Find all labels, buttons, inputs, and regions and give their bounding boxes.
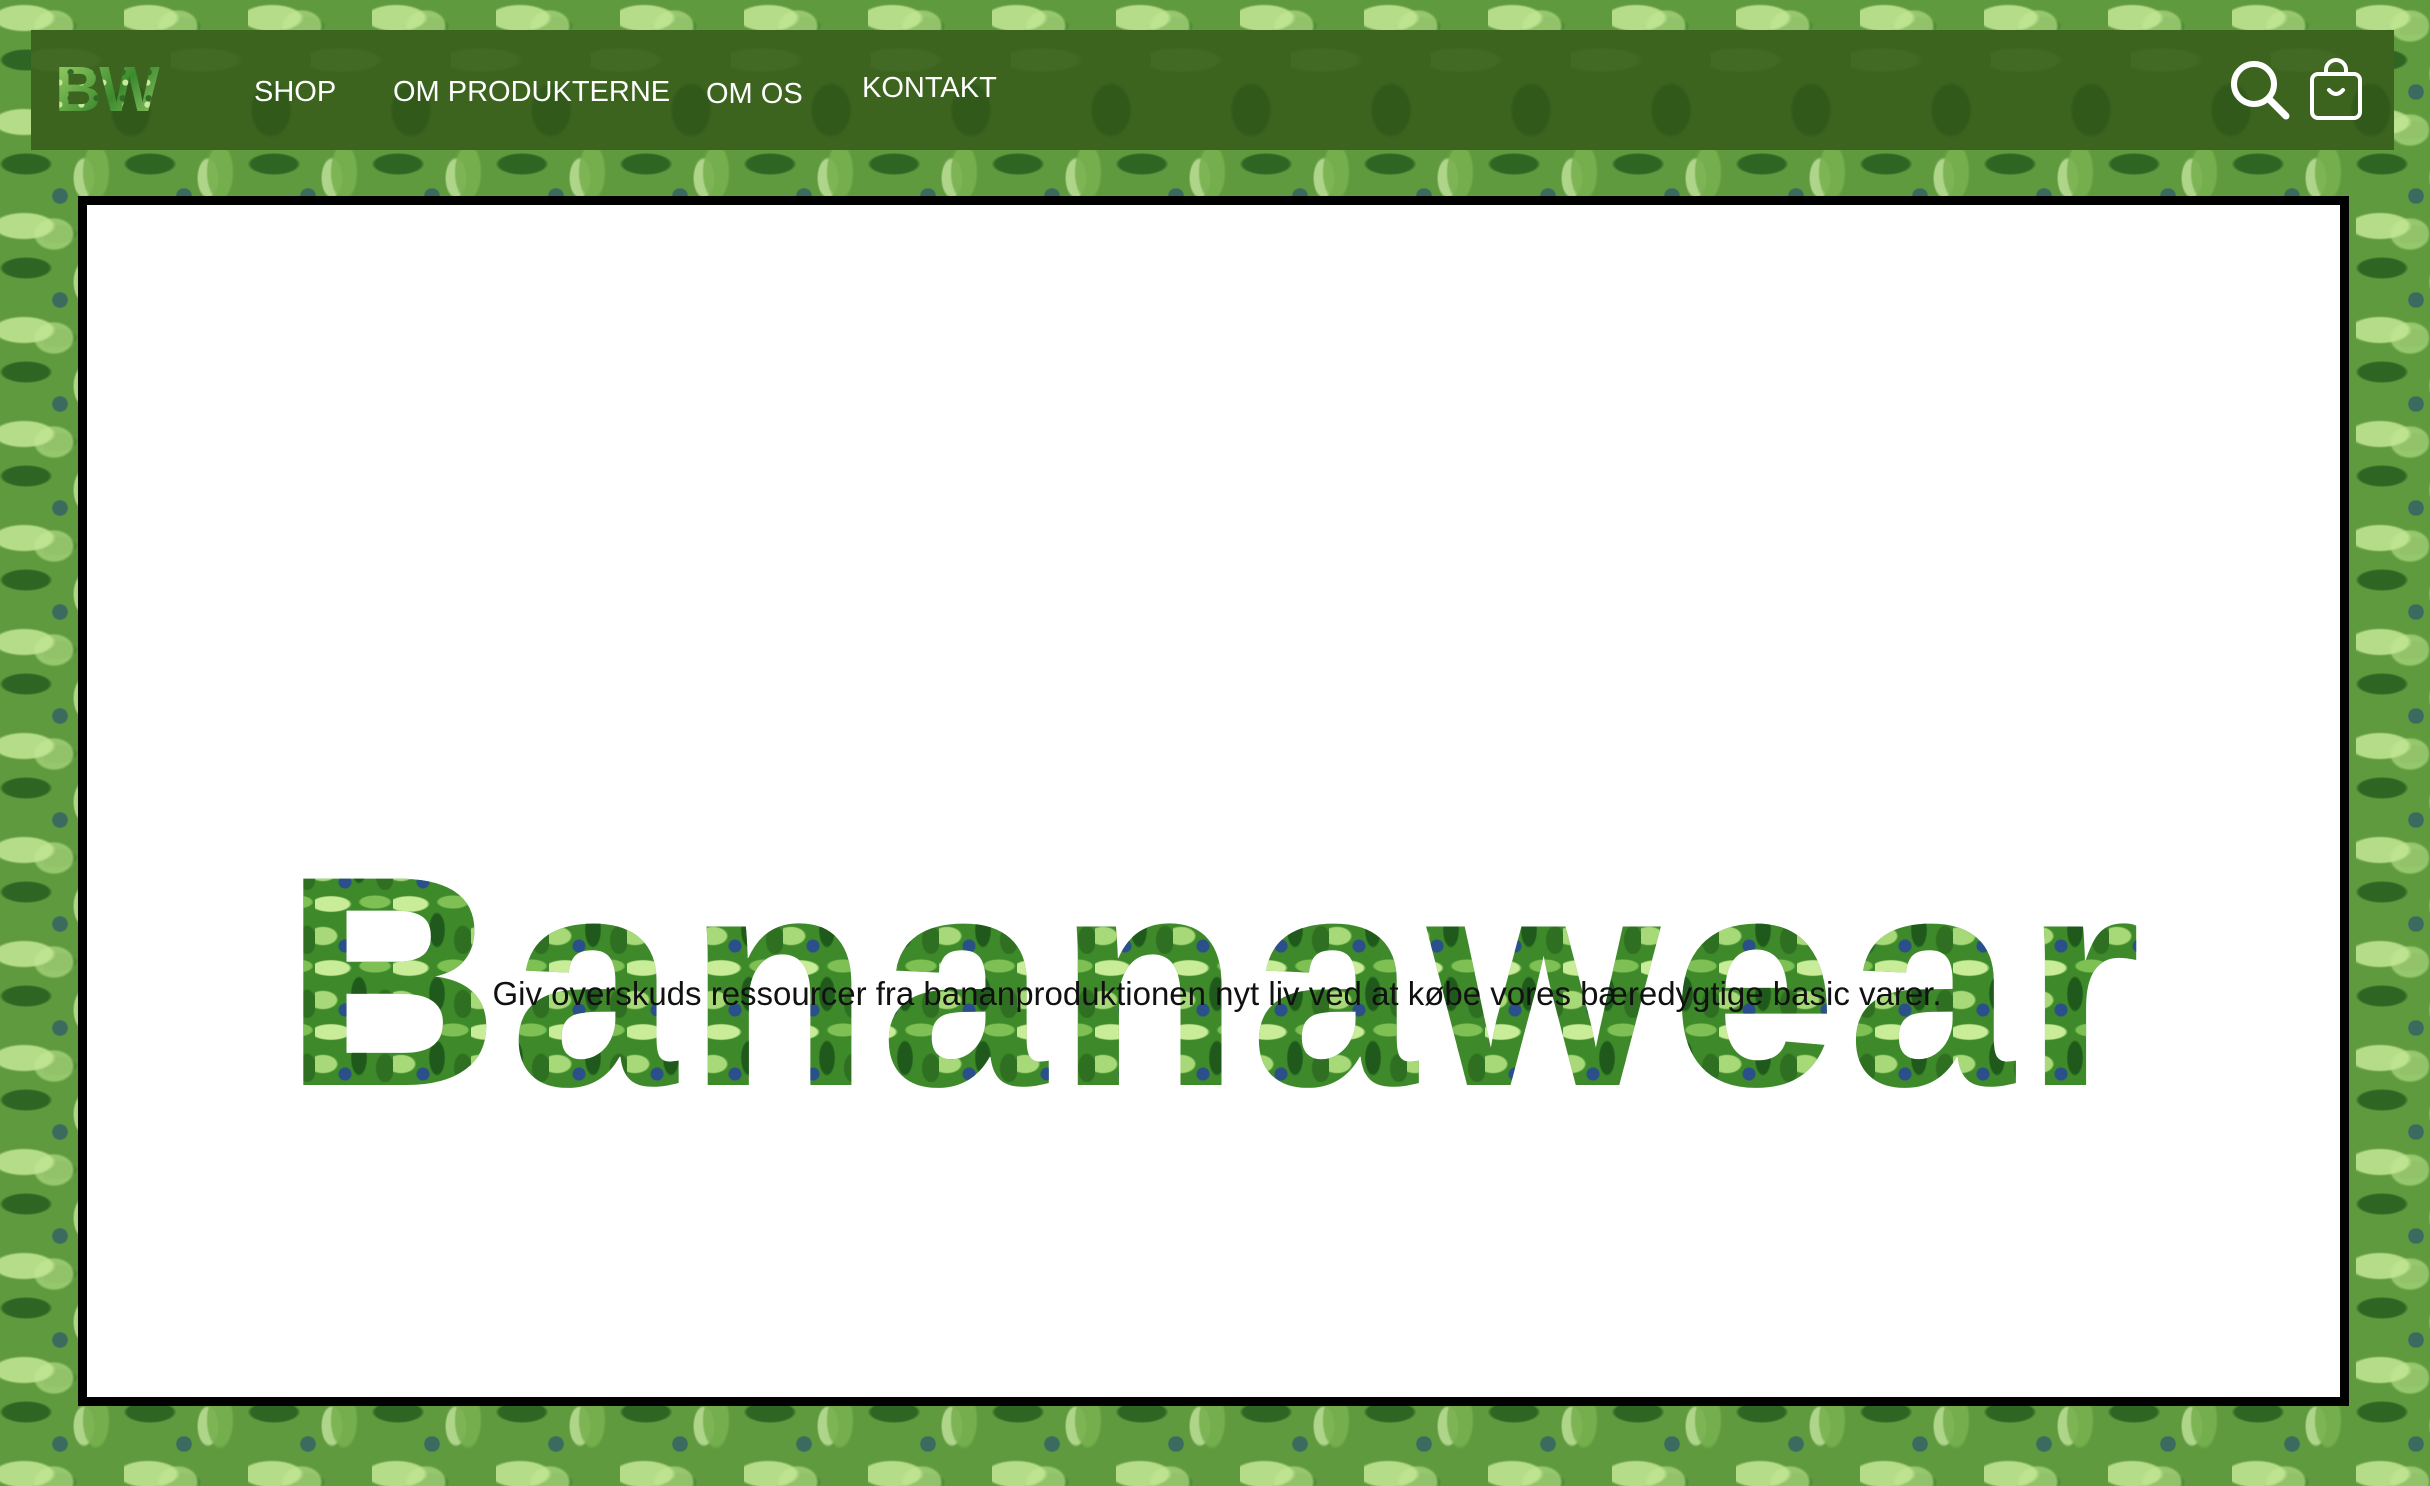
- hero-tagline: Giv overskuds ressourcer fra bananproduk…: [492, 975, 1942, 1012]
- top-navigation-bar: BW SHOP OM PRODUKTERNE OM OS KONTAKT: [31, 30, 2394, 150]
- search-button[interactable]: [2228, 58, 2292, 122]
- brand-logo[interactable]: BW: [55, 54, 185, 124]
- cart-button[interactable]: [2305, 58, 2369, 122]
- nav-link-shop[interactable]: SHOP: [254, 74, 336, 110]
- nav-link-kontakt[interactable]: KONTAKT: [862, 70, 997, 106]
- hero-section: Bananawear Giv overskuds ressourcer fra …: [78, 196, 2349, 1406]
- shopping-bag-icon: [2310, 58, 2362, 120]
- nav-link-om-os[interactable]: OM OS: [706, 76, 803, 112]
- search-icon: [2231, 61, 2290, 120]
- nav-link-om-produkterne[interactable]: OM PRODUKTERNE: [393, 74, 670, 110]
- hero-content: Bananawear Giv overskuds ressourcer fra …: [237, 585, 2197, 1136]
